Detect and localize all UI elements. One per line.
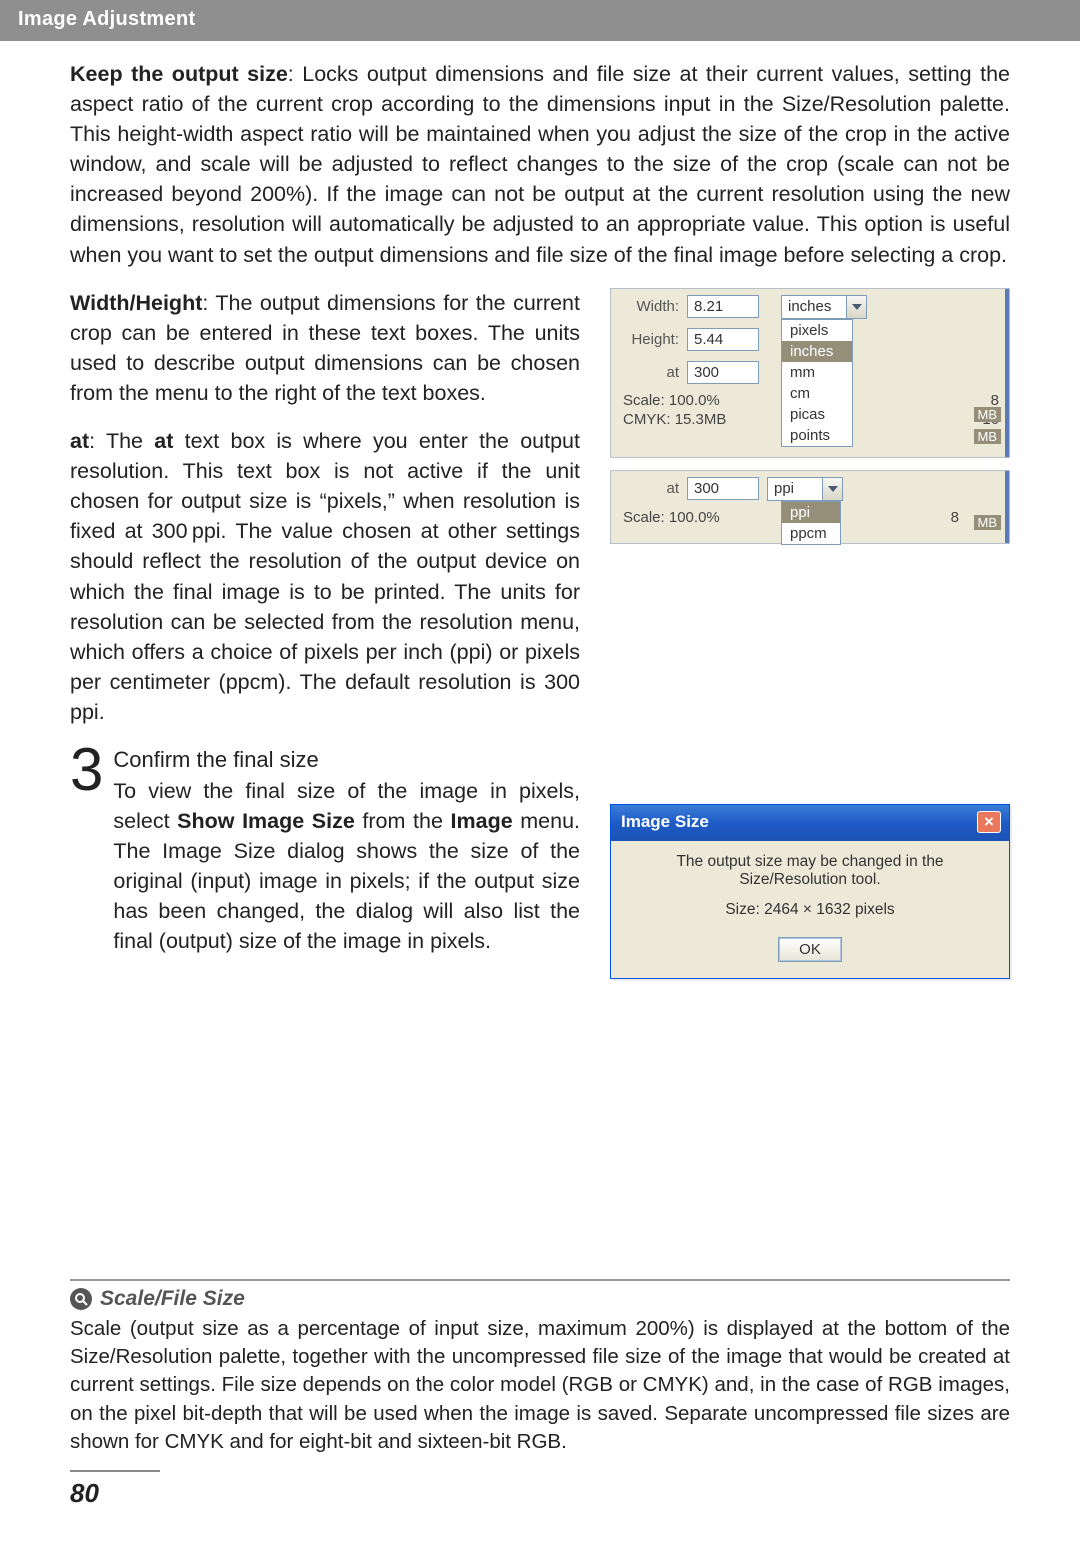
note-scale-file-size: Scale/File Size Scale (output size as a … [70,1279,1010,1456]
cmyk-value: 15.3MB [675,411,727,428]
res-unit-option[interactable]: ppcm [782,523,840,544]
mb-badge: MB [974,429,1002,444]
resolution-unit-selected: ppi [768,480,822,497]
step-3-number: 3 [70,743,103,797]
chevron-down-icon[interactable] [846,296,866,318]
dialog-message: The output size may be changed in the Si… [625,853,995,889]
lead-keep: Keep the output size [70,62,288,86]
lead-at: at [70,429,89,453]
unit-option[interactable]: inches [782,341,852,362]
image-size-dialog: Image Size × The output size may be chan… [610,804,1010,979]
scale-label: Scale: [623,509,665,526]
ok-button[interactable]: OK [778,937,842,962]
chevron-down-icon[interactable] [822,478,842,500]
mb-badge: MB [974,407,1002,422]
para-width-height: Width/Height: The output dimensions for … [70,288,580,408]
unit-option[interactable]: points [782,425,852,446]
panel-scroll-edge [1005,289,1009,457]
section-header: Image Adjustment [0,0,1080,41]
res-unit-option[interactable]: ppi [782,502,840,523]
resolution-panel: at 300 ppi ppi ppcm [610,470,1010,544]
at-input[interactable]: 300 [687,477,759,500]
units-selected: inches [782,298,846,315]
scale-value: 100.0% [669,509,720,526]
resolution-units-list[interactable]: ppi ppcm [781,501,841,545]
at-label: at [619,364,679,381]
unit-option[interactable]: pixels [782,320,852,341]
step-3-title: Confirm the final size [113,745,580,776]
height-input[interactable]: 5.44 [687,328,759,351]
unit-option[interactable]: picas [782,404,852,425]
units-dropdown-list[interactable]: pixels inches mm cm picas points [781,319,853,447]
at-label: at [619,480,679,497]
size-resolution-panel: Width: 8.21 Height: 5.44 inches [610,288,1010,458]
unit-option[interactable]: cm [782,383,852,404]
text-keep: : Locks output dimensions and file size … [70,62,1010,267]
step-3-text: To view the final size of the image in p… [113,776,580,957]
scale-value: 100.0% [669,392,720,409]
dialog-size-line: Size: 2464 × 1632 pixels [625,901,995,919]
page-number: 80 [70,1470,160,1509]
height-label: Height: [619,331,679,348]
width-label: Width: [619,298,679,315]
magnifier-icon [70,1288,92,1310]
dialog-title: Image Size [621,812,709,832]
note-title: Scale/File Size [100,1287,245,1311]
cmyk-label: CMYK: [623,411,671,428]
lead-wh: Width/Height [70,291,202,315]
text-at: text box is where you enter the output r… [70,429,580,724]
close-icon[interactable]: × [977,811,1001,833]
scale-label: Scale: [623,392,665,409]
at-input[interactable]: 300 [687,361,759,384]
resolution-units-dropdown[interactable]: ppi [767,477,843,501]
unit-option[interactable]: mm [782,362,852,383]
para-at: at: The at text box is where you enter t… [70,426,580,727]
width-input[interactable]: 8.21 [687,295,759,318]
mb-badge: MB [974,515,1002,530]
step-3: 3 Confirm the final size To view the fin… [70,745,580,956]
panel-scroll-edge [1005,471,1009,543]
para-keep-output-size: Keep the output size: Locks output dimen… [70,59,1010,270]
note-text: Scale (output size as a percentage of in… [70,1315,1010,1456]
units-dropdown[interactable]: inches [781,295,867,319]
